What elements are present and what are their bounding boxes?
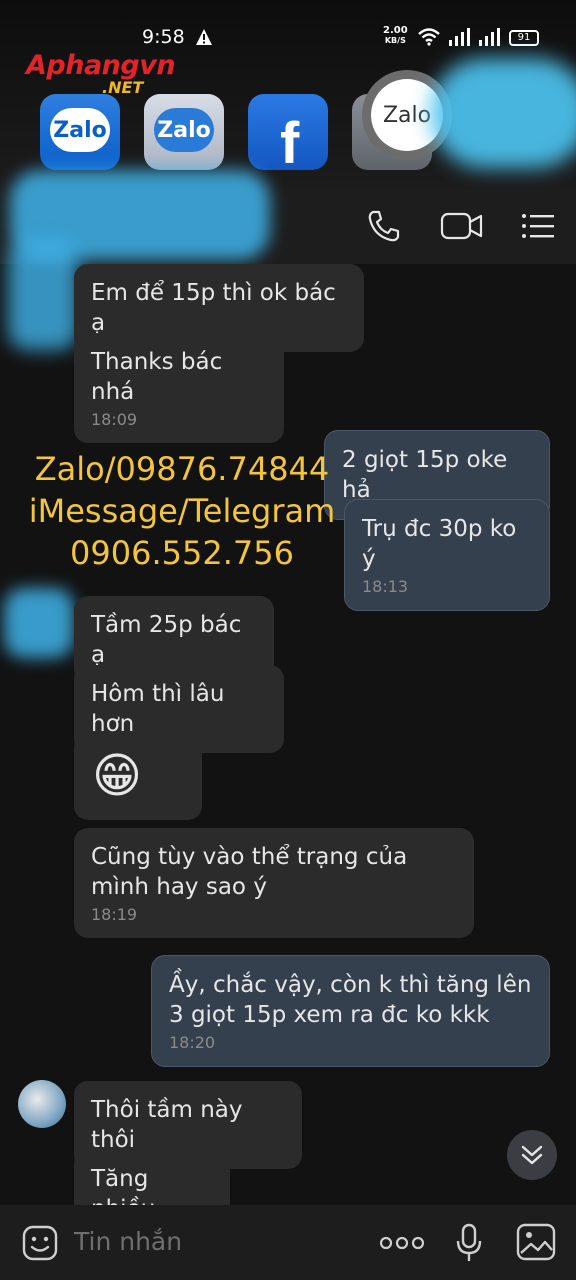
privacy-blur [430, 58, 576, 168]
signal-icon [449, 28, 470, 46]
phone-icon[interactable] [366, 208, 402, 244]
clock: 9:58 [142, 26, 185, 48]
watermark-contact-text: Zalo/09876.74844 iMessage/Telegram 0906.… [28, 450, 336, 572]
recent-app-facebook[interactable]: f [248, 94, 328, 176]
scroll-down-button[interactable] [507, 1130, 557, 1180]
sticker-icon[interactable] [22, 1225, 58, 1261]
recent-app-zalo[interactable]: Zalo [40, 94, 120, 170]
mic-icon[interactable] [455, 1223, 483, 1263]
watermark-logo: Aphangvn .NET [26, 50, 176, 97]
avatar-blur [4, 588, 74, 658]
message-outgoing[interactable]: Ầy, chắc vậy, còn k thì tăng lên 3 giọt … [151, 955, 550, 1067]
network-speed: 2.00 KB/S [383, 25, 408, 46]
avatar-blur [8, 240, 78, 350]
signal-icon [479, 28, 500, 46]
message-time: 18:20 [169, 1033, 216, 1052]
message-time: 18:19 [91, 905, 138, 924]
message-outgoing[interactable]: Trụ đc 30p ko ý 18:13 [344, 499, 550, 611]
message-time: 18:13 [362, 577, 409, 596]
warning-icon [196, 29, 212, 45]
status-bar: 9:58 2.00 KB/S 91 [0, 26, 576, 52]
facebook-icon: f [280, 111, 300, 176]
message-emoji[interactable]: 😁 [74, 734, 202, 820]
message-time: 18:09 [91, 410, 138, 429]
recents-overlay: 9:58 2.00 KB/S 91 Aphangvn .NET Zalo Zalo [0, 0, 576, 190]
battery-indicator: 91 [509, 30, 539, 46]
message-incoming[interactable]: Thanks bác nhá 18:09 [74, 333, 284, 443]
recent-app-zalo[interactable]: Zalo [144, 94, 224, 170]
menu-icon[interactable] [520, 208, 556, 244]
message-input-bar: Tin nhắn [0, 1205, 576, 1280]
avatar[interactable] [18, 1080, 66, 1128]
wifi-icon [418, 28, 440, 46]
image-icon[interactable] [516, 1223, 556, 1261]
scroll-down-icon [521, 1145, 543, 1165]
message-incoming[interactable]: Cũng tùy vào thể trạng của mình hay sao … [74, 828, 474, 938]
message-input[interactable]: Tin nhắn [74, 1227, 182, 1256]
more-icon[interactable] [380, 1235, 424, 1251]
video-call-icon[interactable] [440, 208, 484, 244]
